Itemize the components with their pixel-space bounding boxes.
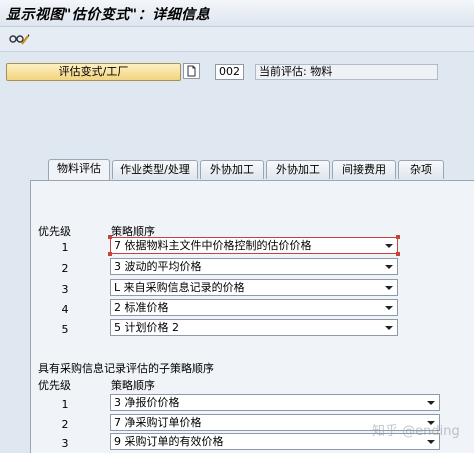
valuation-variant-button[interactable]: 评估变式/工厂 bbox=[6, 63, 181, 81]
sub-priority-2: 2 bbox=[61, 418, 69, 431]
watermark: 知乎 @ending bbox=[372, 424, 460, 439]
strategy-select-2[interactable]: 3 波动的平均价格 bbox=[110, 258, 398, 275]
sub-sequence-header: 策略顺序 bbox=[111, 379, 155, 392]
sub-strategy-section-title: 具有采购信息记录评估的子策略顺序 bbox=[38, 362, 214, 375]
strategy-select-4-value: 2 标准价格 bbox=[114, 301, 169, 314]
document-icon bbox=[187, 65, 196, 77]
chevron-down-icon bbox=[385, 326, 393, 330]
chevron-down-icon bbox=[385, 306, 393, 310]
tab-overhead[interactable]: 间接费用 bbox=[332, 160, 396, 179]
chevron-down-icon bbox=[427, 440, 435, 444]
variant-code-field[interactable]: 002 bbox=[215, 64, 244, 80]
focus-handle-icon bbox=[396, 252, 400, 256]
display-change-icon[interactable] bbox=[8, 32, 30, 46]
strategy-select-5-value: 5 计划价格 2 bbox=[114, 321, 179, 334]
current-evaluation-field: 当前评估: 物料 bbox=[255, 64, 438, 80]
strategy-select-1-value: 7 依据物料主文件中价格控制的估价价格 bbox=[114, 239, 312, 252]
sub-priority-1: 1 bbox=[61, 398, 69, 411]
priority-4: 4 bbox=[61, 303, 69, 316]
tab-subcontracting-1[interactable]: 外协加工 bbox=[200, 160, 264, 179]
tab-strip: 物料评估 作业类型/处理 外协加工 外协加工 间接费用 杂项 bbox=[46, 159, 466, 180]
title-bar: 显示视图"估价变式"：详细信息 bbox=[0, 0, 474, 27]
document-button[interactable] bbox=[183, 63, 200, 79]
strategy-select-1[interactable]: 7 依据物料主文件中价格控制的估价价格 bbox=[110, 237, 398, 254]
strategy-select-4[interactable]: 2 标准价格 bbox=[110, 299, 398, 316]
priority-3: 3 bbox=[61, 283, 69, 296]
focus-handle-icon bbox=[108, 252, 112, 256]
window-title: 显示视图"估价变式"：详细信息 bbox=[6, 7, 211, 23]
tab-material-valuation[interactable]: 物料评估 bbox=[48, 159, 110, 180]
tab-misc[interactable]: 杂项 bbox=[398, 160, 444, 179]
sub-priority-header: 优先级 bbox=[38, 379, 71, 392]
sub-strategy-select-1[interactable]: 3 净报价价格 bbox=[110, 394, 440, 411]
sub-strategy-select-1-value: 3 净报价价格 bbox=[114, 396, 180, 409]
sub-strategy-select-2-value: 7 净采购订单价格 bbox=[114, 416, 202, 429]
sub-strategy-select-3-value: 9 采购订单的有效价格 bbox=[114, 435, 224, 448]
focus-handle-icon bbox=[108, 235, 112, 239]
toolbar bbox=[0, 27, 474, 52]
chevron-down-icon bbox=[385, 244, 393, 248]
tab-panel bbox=[30, 180, 474, 453]
priority-5: 5 bbox=[61, 323, 69, 336]
tab-activity-type[interactable]: 作业类型/处理 bbox=[112, 160, 198, 179]
priority-1: 1 bbox=[61, 241, 69, 254]
strategy-select-2-value: 3 波动的平均价格 bbox=[114, 260, 202, 273]
chevron-down-icon bbox=[385, 265, 393, 269]
sub-priority-3: 3 bbox=[61, 437, 69, 450]
strategy-select-3-value: L 来自采购信息记录的价格 bbox=[114, 281, 245, 294]
priority-2: 2 bbox=[61, 262, 69, 275]
tab-subcontracting-2[interactable]: 外协加工 bbox=[266, 160, 330, 179]
chevron-down-icon bbox=[385, 286, 393, 290]
chevron-down-icon bbox=[427, 401, 435, 405]
strategy-select-5[interactable]: 5 计划价格 2 bbox=[110, 319, 398, 336]
strategy-select-3[interactable]: L 来自采购信息记录的价格 bbox=[110, 279, 398, 296]
priority-header: 优先级 bbox=[38, 225, 71, 238]
focus-handle-icon bbox=[396, 235, 400, 239]
